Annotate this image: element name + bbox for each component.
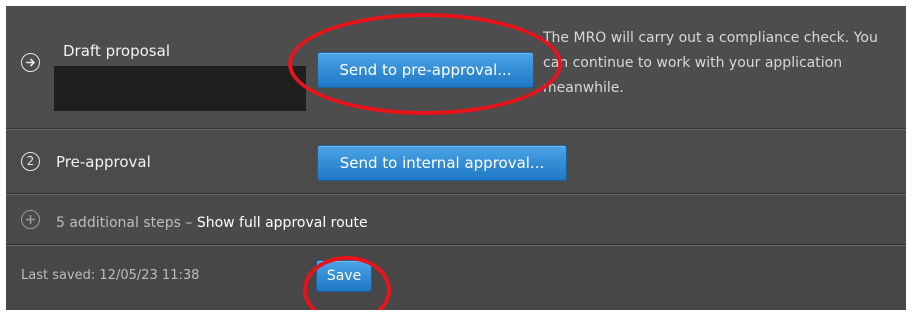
redacted-field xyxy=(54,66,306,111)
approval-panel: Draft proposal Send to pre-approval... T… xyxy=(6,6,906,310)
step-description: The MRO will carry out a compliance chec… xyxy=(543,30,878,96)
additional-steps-row: 5 additional steps – Show full approval … xyxy=(6,195,906,244)
footer-bar: Last saved: 12/05/23 11:38 Save xyxy=(6,246,906,310)
last-saved-text: Last saved: 12/05/23 11:38 xyxy=(21,268,200,283)
step-title: Pre-approval xyxy=(56,153,151,171)
step-number-badge: 2 xyxy=(21,152,40,171)
step-draft-proposal: Draft proposal Send to pre-approval... T… xyxy=(6,6,906,128)
show-full-approval-route-link[interactable]: Show full approval route xyxy=(197,215,368,231)
step-title: Draft proposal xyxy=(63,42,170,60)
send-to-pre-approval-button[interactable]: Send to pre-approval... xyxy=(317,52,534,88)
arrow-right-circle-icon xyxy=(21,53,40,72)
additional-steps-count: 5 additional steps – xyxy=(56,215,197,231)
additional-steps-text: 5 additional steps – Show full approval … xyxy=(56,212,368,231)
send-to-internal-approval-button[interactable]: Send to internal approval... xyxy=(317,145,567,181)
plus-circle-icon[interactable] xyxy=(21,210,40,229)
step-pre-approval: 2 Pre-approval Send to internal approval… xyxy=(6,131,906,193)
save-button[interactable]: Save xyxy=(316,260,372,292)
